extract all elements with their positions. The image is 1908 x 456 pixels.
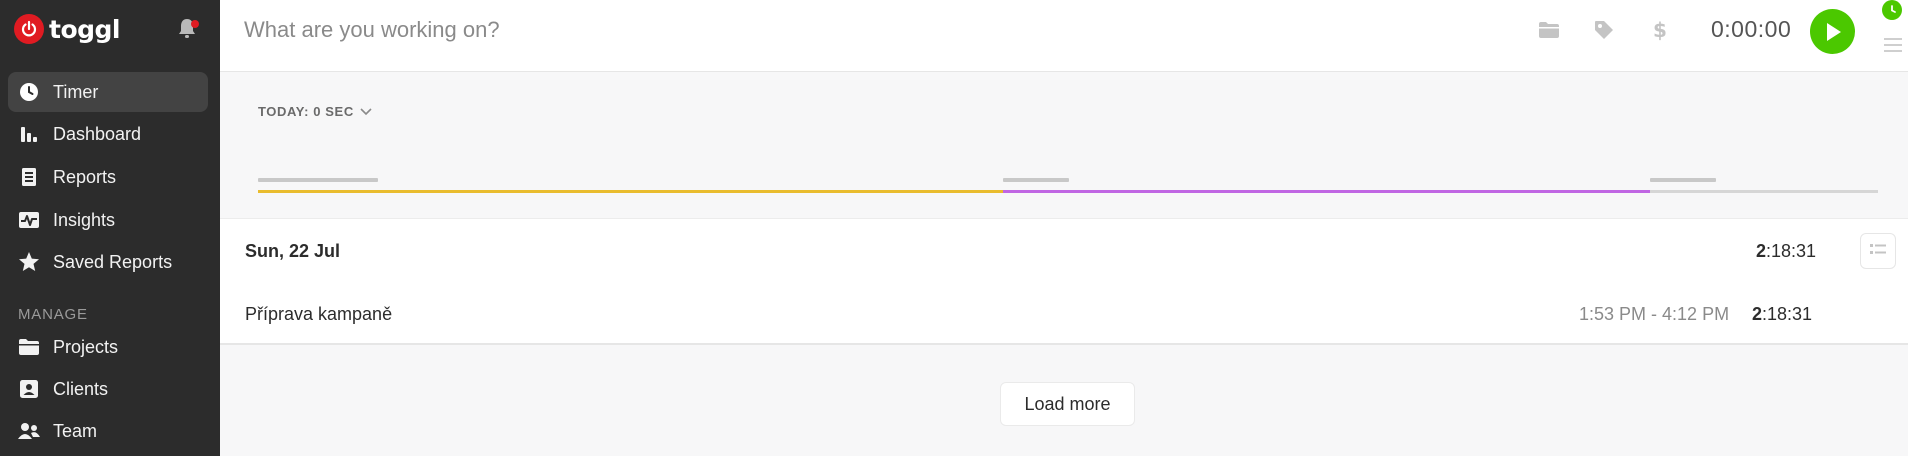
today-total-dropdown[interactable]: TODAY: 0 SEC: [258, 104, 372, 119]
entry-duration-rest: :18:31: [1762, 304, 1813, 324]
day-total-hours: 2: [1756, 241, 1767, 261]
notification-dot: [191, 20, 199, 28]
day-total-duration: 2:18:31: [1756, 241, 1816, 262]
load-more-button[interactable]: Load more: [1000, 382, 1135, 426]
entry-description[interactable]: Příprava kampaně: [245, 304, 392, 325]
tag-icon[interactable]: [1591, 17, 1617, 43]
today-total-label: TODAY: 0 SEC: [258, 104, 354, 119]
timeline-segment-grey: [1650, 190, 1878, 193]
sidebar-item-projects[interactable]: Projects: [8, 327, 208, 367]
timeline-segment-yellow: [258, 190, 1003, 193]
sidebar-item-label: Clients: [53, 378, 109, 399]
start-timer-button[interactable]: [1810, 9, 1855, 54]
project-folder-icon[interactable]: [1536, 17, 1562, 43]
folder-icon: [17, 335, 41, 359]
chevron-down-icon: [360, 104, 372, 119]
clock-icon: [17, 80, 41, 104]
document-icon: [17, 165, 41, 189]
timer-bar: $ 0:00:00: [220, 0, 1908, 72]
sidebar-item-label: Reports: [53, 166, 117, 187]
sidebar-item-label: Team: [53, 420, 98, 441]
sidebar-item-label: Insights: [53, 209, 116, 230]
sidebar-item-insights[interactable]: Insights: [8, 200, 208, 240]
svg-text:$: $: [1653, 18, 1667, 42]
sidebar-item-timer[interactable]: Timer: [8, 72, 208, 112]
timer-mode-clock-icon[interactable]: [1882, 0, 1902, 20]
sidebar-item-clients[interactable]: Clients: [8, 369, 208, 409]
timeline-label-placeholder: [1650, 178, 1716, 182]
sidebar-item-dashboard[interactable]: Dashboard: [8, 114, 208, 154]
timeline-label-placeholder: [258, 178, 378, 182]
timer-duration: 0:00:00: [1711, 16, 1792, 42]
sidebar-item-label: Projects: [53, 336, 119, 357]
description-input[interactable]: [244, 14, 1144, 46]
sidebar: toggl Timer Dashboard Reports Insights S…: [0, 0, 220, 456]
star-icon: [17, 250, 41, 274]
timeline-segment-purple: [1003, 190, 1650, 193]
bulk-edit-button[interactable]: [1860, 233, 1896, 269]
day-date: Sun, 22 Jul: [245, 241, 341, 261]
sidebar-item-team[interactable]: Team: [8, 411, 208, 451]
power-icon: [14, 14, 44, 44]
sidebar-item-reports[interactable]: Reports: [8, 157, 208, 197]
contact-icon: [17, 377, 41, 401]
day-group: Sun, 22 Jul 2:18:31 Příprava kampaně 1:5…: [220, 218, 1908, 345]
pulse-icon: [17, 208, 41, 232]
logo-text: toggl: [49, 14, 121, 44]
day-total-rest: :18:31: [1766, 241, 1817, 261]
bar-chart-icon: [17, 122, 41, 146]
sidebar-item-label: Saved Reports: [53, 251, 173, 272]
notifications-bell-icon[interactable]: [176, 16, 200, 42]
time-entry-row[interactable]: Příprava kampaně 1:53 PM - 4:12 PM 2:18:…: [220, 283, 1908, 343]
manage-section-label: MANAGE: [18, 306, 88, 323]
billable-dollar-icon[interactable]: $: [1647, 17, 1673, 43]
manual-mode-list-icon[interactable]: [1882, 36, 1904, 56]
entry-duration[interactable]: 2:18:31: [1752, 304, 1812, 325]
sidebar-item-label: Timer: [53, 81, 99, 102]
people-icon: [17, 419, 41, 443]
entry-time-range[interactable]: 1:53 PM - 4:12 PM: [1579, 304, 1729, 325]
daily-timeline-bar: [258, 176, 1878, 196]
entry-duration-hours: 2: [1752, 304, 1763, 324]
sidebar-item-label: Dashboard: [53, 123, 142, 144]
toggl-logo[interactable]: toggl: [14, 13, 121, 45]
timeline-label-placeholder: [1003, 178, 1069, 182]
sidebar-item-saved-reports[interactable]: Saved Reports: [8, 242, 208, 282]
list-bullets-icon: [1869, 242, 1887, 260]
